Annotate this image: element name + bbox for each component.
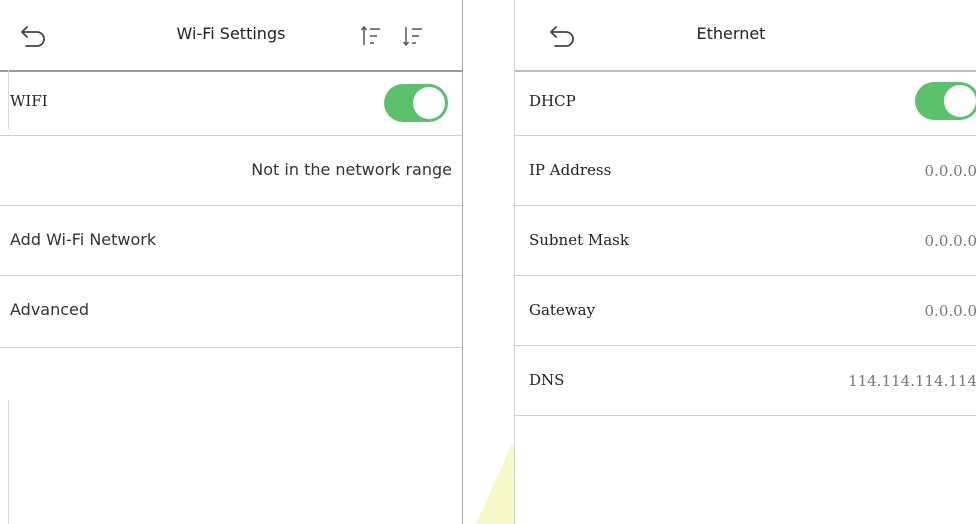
ethernet-header: Ethernet: [515, 0, 976, 72]
left-edge-line: [8, 400, 9, 524]
wifi-status-row: Not in the network range: [0, 136, 462, 206]
dhcp-toggle-row[interactable]: DHCP: [515, 70, 976, 136]
ip-address-row[interactable]: IP Address 0.0.0.0: [515, 136, 976, 206]
subnet-mask-row[interactable]: Subnet Mask 0.0.0.0: [515, 206, 976, 276]
ethernet-screen: Ethernet DHCP IP Address 0.0.0.0 Subnet …: [514, 0, 976, 524]
add-wifi-network-row[interactable]: Add Wi-Fi Network: [0, 206, 462, 276]
toggle-knob: [944, 85, 976, 117]
wifi-toggle[interactable]: [384, 84, 448, 122]
wifi-toggle-row[interactable]: WIFI: [0, 70, 462, 136]
toggle-knob: [413, 87, 445, 119]
sort-ascending-icon[interactable]: [360, 24, 384, 48]
dns-label: DNS: [529, 371, 565, 389]
page-title: Ethernet: [696, 24, 766, 43]
subnet-mask-value: 0.0.0.0: [924, 232, 976, 250]
wifi-settings-header: Wi-Fi Settings: [0, 0, 462, 72]
gateway-label: Gateway: [529, 301, 596, 319]
add-wifi-network-label: Add Wi-Fi Network: [10, 230, 157, 249]
advanced-label: Advanced: [10, 300, 90, 319]
ip-address-value: 0.0.0.0: [924, 162, 976, 180]
page-title: Wi-Fi Settings: [176, 24, 286, 43]
subnet-mask-label: Subnet Mask: [529, 231, 629, 249]
gateway-value: 0.0.0.0: [924, 302, 976, 320]
wifi-label: WIFI: [10, 92, 48, 110]
advanced-row[interactable]: Advanced: [0, 276, 462, 348]
dhcp-label: DHCP: [529, 92, 576, 110]
sort-descending-icon[interactable]: [402, 24, 426, 48]
gateway-row[interactable]: Gateway 0.0.0.0: [515, 276, 976, 346]
dhcp-toggle[interactable]: [915, 82, 976, 120]
wifi-settings-screen: Wi-Fi Settings WIFI Not in the network r…: [0, 0, 463, 524]
dns-value: 114.114.114.114: [848, 372, 976, 390]
ip-address-label: IP Address: [529, 161, 612, 179]
wifi-status-text: Not in the network range: [251, 160, 452, 179]
dns-row[interactable]: DNS 114.114.114.114: [515, 346, 976, 416]
